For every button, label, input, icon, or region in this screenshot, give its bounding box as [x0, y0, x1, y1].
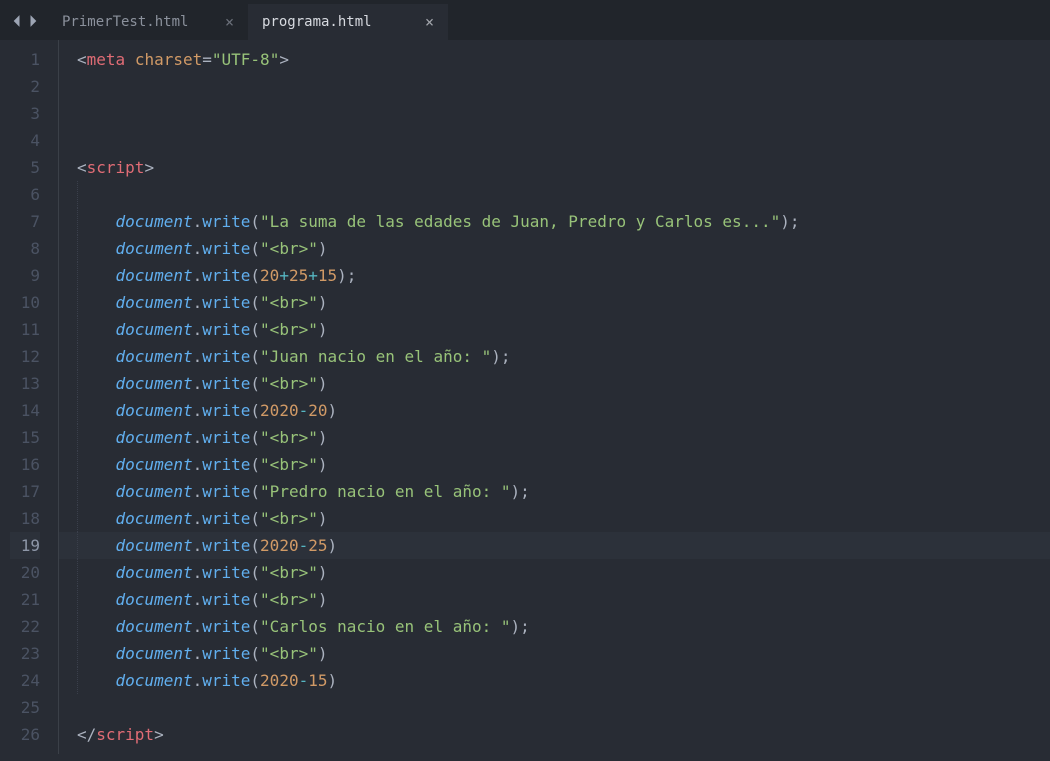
- line-number: 6: [10, 181, 40, 208]
- line-number: 9: [10, 262, 40, 289]
- code-line[interactable]: [77, 694, 1050, 721]
- line-number: 10: [10, 289, 40, 316]
- code-line[interactable]: document.write("Juan nacio en el año: ")…: [77, 343, 1050, 370]
- line-number: 19: [10, 532, 40, 559]
- line-number: 18: [10, 505, 40, 532]
- line-number: 3: [10, 100, 40, 127]
- code-line[interactable]: document.write("<br>"): [77, 424, 1050, 451]
- close-icon[interactable]: ×: [215, 15, 234, 30]
- tab-label: programa.html: [262, 14, 415, 30]
- code-line[interactable]: document.write("<br>"): [77, 451, 1050, 478]
- line-number: 26: [10, 721, 40, 748]
- line-number: 24: [10, 667, 40, 694]
- line-number: 16: [10, 451, 40, 478]
- code-line[interactable]: <script>: [77, 154, 1050, 181]
- line-number: 21: [10, 586, 40, 613]
- code-editor[interactable]: 1234567891011121314151617181920212223242…: [0, 40, 1050, 761]
- line-number: 14: [10, 397, 40, 424]
- code-line[interactable]: document.write("<br>"): [77, 235, 1050, 262]
- code-line[interactable]: document.write("<br>"): [77, 289, 1050, 316]
- code-line[interactable]: document.write("Predro nacio en el año: …: [77, 478, 1050, 505]
- line-number: 13: [10, 370, 40, 397]
- line-number: 5: [10, 154, 40, 181]
- line-number: 25: [10, 694, 40, 721]
- code-area[interactable]: <meta charset="UTF-8"> <script> document.…: [58, 40, 1050, 754]
- line-number: 4: [10, 127, 40, 154]
- line-number: 12: [10, 343, 40, 370]
- line-number: 17: [10, 478, 40, 505]
- code-line[interactable]: document.write("La suma de las edades de…: [77, 208, 1050, 235]
- code-line[interactable]: <meta charset="UTF-8">: [77, 46, 1050, 73]
- code-line[interactable]: [77, 181, 1050, 208]
- code-line[interactable]: document.write(2020-25): [77, 532, 1050, 559]
- line-number: 2: [10, 73, 40, 100]
- line-number: 7: [10, 208, 40, 235]
- tab-nav: [0, 4, 48, 40]
- nav-back-icon[interactable]: [10, 13, 22, 32]
- line-number: 22: [10, 613, 40, 640]
- line-number: 1: [10, 46, 40, 73]
- line-number: 11: [10, 316, 40, 343]
- tab-programa[interactable]: programa.html ×: [248, 4, 448, 40]
- tab-bar: PrimerTest.html × programa.html ×: [0, 4, 1050, 40]
- line-number-gutter: 1234567891011121314151617181920212223242…: [0, 40, 58, 754]
- code-line[interactable]: document.write("<br>"): [77, 640, 1050, 667]
- code-line[interactable]: document.write("<br>"): [77, 586, 1050, 613]
- code-line[interactable]: document.write(2020-15): [77, 667, 1050, 694]
- code-line[interactable]: document.write("<br>"): [77, 559, 1050, 586]
- tab-label: PrimerTest.html: [62, 14, 215, 30]
- code-line[interactable]: document.write(20+25+15);: [77, 262, 1050, 289]
- close-icon[interactable]: ×: [415, 15, 434, 30]
- line-number: 8: [10, 235, 40, 262]
- code-line[interactable]: [77, 100, 1050, 127]
- nav-forward-icon[interactable]: [28, 13, 40, 32]
- code-line[interactable]: document.write("Carlos nacio en el año: …: [77, 613, 1050, 640]
- code-line[interactable]: document.write("<br>"): [77, 316, 1050, 343]
- line-number: 20: [10, 559, 40, 586]
- code-line[interactable]: [77, 127, 1050, 154]
- line-number: 15: [10, 424, 40, 451]
- code-line[interactable]: [77, 73, 1050, 100]
- code-line[interactable]: document.write(2020-20): [77, 397, 1050, 424]
- tab-primer-test[interactable]: PrimerTest.html ×: [48, 4, 248, 40]
- line-number: 23: [10, 640, 40, 667]
- code-line[interactable]: document.write("<br>"): [77, 505, 1050, 532]
- code-line[interactable]: </script>: [77, 721, 1050, 748]
- code-line[interactable]: document.write("<br>"): [77, 370, 1050, 397]
